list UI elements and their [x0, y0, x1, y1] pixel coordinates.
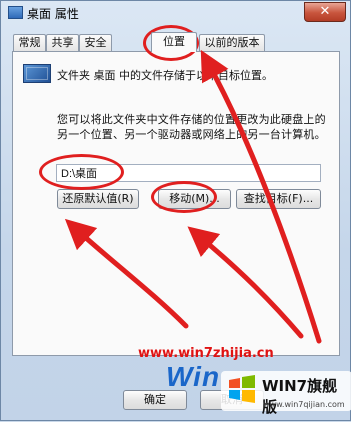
watermark-url: www.win7zhijia.cn	[138, 346, 274, 361]
folder-icon	[23, 64, 51, 83]
location-explanation: 您可以将此文件夹中文件存储的位置更改为此硬盘上的另一个位置、另一个驱动器或网络上…	[57, 113, 326, 141]
tab-security[interactable]: 安全	[79, 34, 112, 51]
title-bar: 桌面 属性 ✕	[1, 1, 351, 25]
close-button[interactable]: ✕	[304, 2, 346, 22]
folder-title-icon	[8, 6, 23, 19]
restore-default-button[interactable]: 还原默认值(R)	[57, 189, 139, 209]
watermark-site: www.win7qijian.com	[263, 400, 345, 409]
target-path-field[interactable]	[56, 164, 321, 182]
move-button[interactable]: 移动(M)...	[158, 189, 231, 209]
watermark-logo-text: Win	[166, 361, 221, 392]
tab-general[interactable]: 常规	[13, 34, 46, 51]
tab-location[interactable]: 位置	[151, 32, 197, 52]
window-title: 桌面 属性	[27, 7, 79, 21]
properties-dialog: 桌面 属性 ✕ 常规 共享 安全 位置 以前的版本 文件夹 桌面 中的文件存储于…	[0, 0, 351, 421]
ok-button[interactable]: 确定	[123, 390, 187, 410]
windows-logo-icon	[229, 375, 255, 403]
location-description: 文件夹 桌面 中的文件存储于以下目标位置。	[57, 69, 273, 82]
tab-previous-versions[interactable]: 以前的版本	[199, 34, 265, 51]
find-target-button[interactable]: 查找目标(F)...	[236, 189, 321, 209]
watermark-brand: WIN7旗舰版	[262, 377, 338, 416]
tab-sharing[interactable]: 共享	[46, 34, 79, 51]
